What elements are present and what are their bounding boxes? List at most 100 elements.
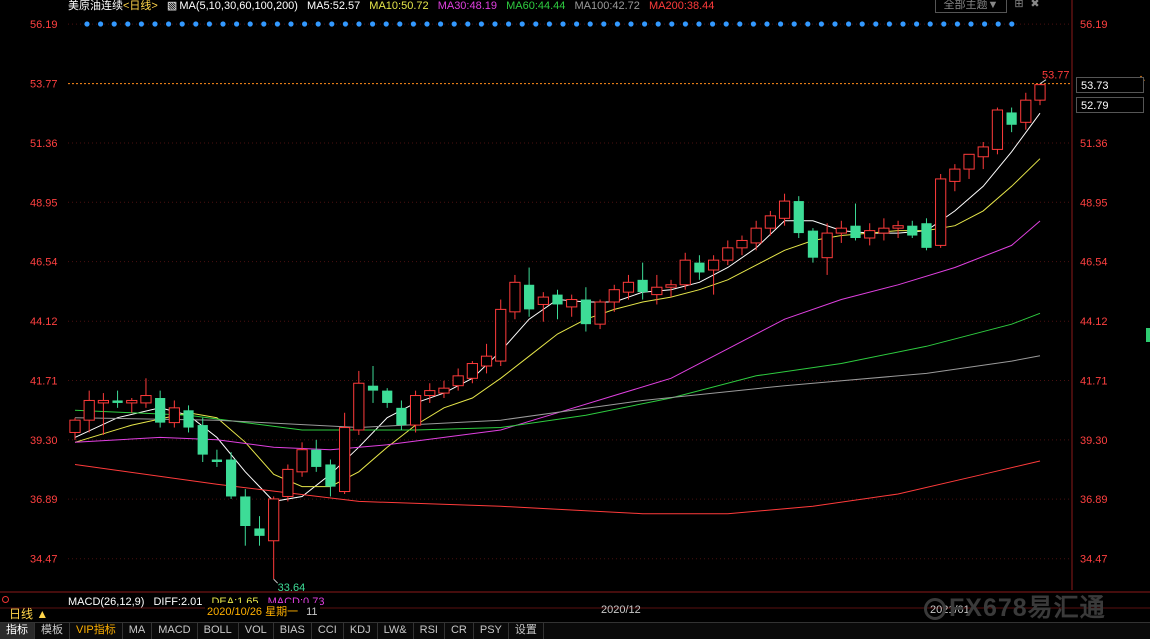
- candle-body-down: [155, 398, 166, 423]
- event-marker-dot: [655, 21, 661, 27]
- event-marker-dot: [288, 21, 294, 27]
- event-marker-dot: [370, 21, 376, 27]
- event-marker-dot: [438, 21, 444, 27]
- tab-vol[interactable]: VOL: [239, 623, 274, 639]
- candle-body-down: [325, 464, 336, 487]
- event-marker-dot: [383, 21, 389, 27]
- event-marker-dot: [519, 21, 525, 27]
- candle-body-down: [921, 223, 932, 248]
- event-marker-dot: [750, 21, 757, 27]
- event-marker-dot: [152, 21, 158, 27]
- indicator-header: 美原油连续<日线> ▧ MA(5,10,30,60,100,200) MA5:52…: [0, 0, 720, 12]
- candle-body-up: [296, 449, 308, 473]
- candle-body-up: [778, 200, 791, 219]
- indicator-tab-bar: 指标 模板 VIP指标 MA MACD BOLL VOL BIAS CCI KD…: [0, 622, 1150, 639]
- tab-cr[interactable]: CR: [445, 623, 474, 639]
- candle-body-up: [977, 146, 989, 158]
- candle-body-down: [211, 459, 223, 462]
- event-marker-dot: [927, 21, 933, 27]
- candle-body-down: [1006, 112, 1017, 125]
- candle-body-up: [722, 247, 734, 261]
- event-marker-dot: [669, 21, 675, 27]
- event-marker-dot: [818, 21, 825, 27]
- event-marker-dot: [220, 21, 226, 27]
- event-marker-dot: [397, 21, 403, 27]
- candle-body-up: [83, 399, 95, 421]
- ma5-value: MA5:52.57: [307, 0, 361, 12]
- candle-body-up: [622, 281, 635, 293]
- candle-body-up: [466, 363, 478, 379]
- ma30-value: MA30:48.19: [437, 0, 498, 12]
- tab-rsi[interactable]: RSI: [414, 623, 445, 639]
- watermark-ring-icon: [924, 598, 946, 621]
- macd-diff: DIFF:2.01: [153, 596, 203, 608]
- y-tick-label-left: 44.12: [30, 316, 58, 328]
- close-icon[interactable]: ✖: [1028, 0, 1042, 11]
- event-marker-dot: [111, 21, 117, 27]
- candle-body-up: [707, 259, 720, 271]
- tab-cci[interactable]: CCI: [312, 623, 344, 639]
- tab-kdj[interactable]: KDJ: [344, 623, 378, 639]
- candle-body-up: [168, 407, 180, 424]
- crosshair-date-tip: 2020/10/26 星期一 11: [205, 603, 320, 619]
- candle-body-up: [126, 399, 138, 404]
- y-tick-label-right: 48.95: [1080, 197, 1108, 209]
- theme-dropdown-button[interactable]: 全部主题▼: [935, 0, 1007, 13]
- candle-body-up: [594, 301, 606, 325]
- tab-macd[interactable]: MACD: [152, 623, 198, 639]
- y-tick-label-left: 36.89: [30, 494, 58, 506]
- event-marker-dot: [995, 21, 1001, 27]
- ma-line-ma100: [74, 355, 1041, 429]
- tab-psy[interactable]: PSY: [474, 623, 509, 639]
- event-marker-dot: [342, 21, 348, 27]
- y-tick-label-right: 34.47: [1080, 554, 1108, 566]
- candle-body-up: [878, 227, 890, 234]
- event-marker-dot: [914, 21, 920, 27]
- tab-template[interactable]: 模板: [35, 623, 70, 639]
- candle-body-up: [495, 308, 507, 362]
- price-chart[interactable]: 56.19 56.19 53.77 53.77 51.36 51.36 48.95 48.95…: [0, 0, 1150, 638]
- scroll-marker[interactable]: [1146, 328, 1150, 342]
- candle-body-up: [353, 382, 365, 431]
- tab-ma[interactable]: MA: [123, 623, 153, 639]
- event-marker-dot: [274, 21, 280, 27]
- event-marker-dot: [1009, 21, 1015, 27]
- event-marker-dot: [560, 21, 566, 27]
- candle-body-down: [580, 299, 591, 325]
- event-marker-dot: [941, 21, 947, 27]
- tab-settings[interactable]: 设置: [509, 623, 544, 639]
- event-marker-dot: [125, 21, 131, 27]
- candle-body-up: [736, 239, 748, 249]
- event-marker-dot: [954, 21, 961, 27]
- tab-lw[interactable]: LW&: [378, 623, 414, 639]
- tab-boll[interactable]: BOLL: [198, 623, 239, 639]
- y-tick-label-left: 41.71: [30, 376, 58, 388]
- event-marker-dot: [968, 21, 974, 27]
- event-marker-dot: [315, 21, 321, 27]
- y-tick-label-right: 51.36: [1080, 138, 1108, 150]
- last-price-tag: 53.73: [1076, 77, 1144, 93]
- ma-settings-icon[interactable]: ▧: [167, 0, 177, 12]
- period-selector[interactable]: 日线 ▲: [9, 605, 48, 622]
- event-marker-dot: [764, 21, 770, 27]
- tab-bias[interactable]: BIAS: [274, 623, 312, 639]
- candle-body-up: [949, 168, 961, 182]
- ma60-value: MA60:44.44: [506, 0, 566, 12]
- ma100-value: MA100:42.72: [574, 0, 640, 12]
- macd-label: MACD(26,12,9): [68, 596, 145, 608]
- candle-body-down: [197, 425, 208, 455]
- tab-vip-indicator[interactable]: VIP指标: [70, 623, 123, 639]
- candle-body-up: [537, 296, 549, 305]
- ma-line-ma10: [74, 158, 1041, 488]
- tab-indicator[interactable]: 指标: [0, 623, 35, 639]
- y-tick-label-left: 51.36: [30, 138, 58, 150]
- layout-icon[interactable]: ⊞: [1012, 0, 1026, 11]
- candle-body-down: [367, 385, 379, 391]
- event-marker-dot: [778, 21, 784, 27]
- event-marker-dot: [261, 21, 267, 27]
- y-tick-label-right: 39.30: [1080, 435, 1108, 447]
- event-marker-dot: [193, 21, 199, 27]
- event-marker-dot: [587, 21, 593, 27]
- event-marker-dot: [465, 21, 471, 27]
- y-tick-label-right: 56.19: [1080, 19, 1108, 31]
